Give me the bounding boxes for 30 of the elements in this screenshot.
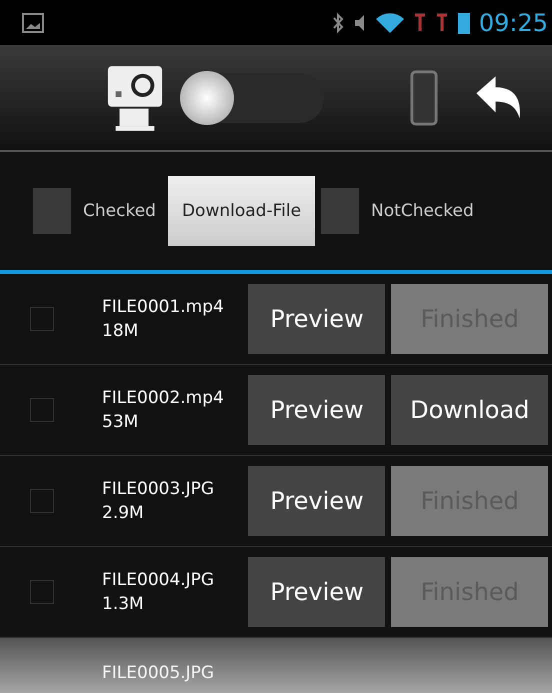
file-size: 1.3M <box>102 594 145 614</box>
download-file-button[interactable]: Download-File <box>168 176 316 246</box>
wifi-icon <box>374 10 405 34</box>
file-size: 2.9M <box>102 503 145 523</box>
preview-button[interactable]: Preview <box>248 557 386 627</box>
checkbox[interactable] <box>321 188 360 234</box>
not-checked-label: NotChecked <box>371 201 474 221</box>
preview-button[interactable]: Preview <box>248 284 386 354</box>
preview-button[interactable]: Preview <box>248 375 386 445</box>
file-size: 18M <box>102 321 140 341</box>
preview-button[interactable]: Preview <box>248 466 386 536</box>
action-camera-icon <box>106 64 164 132</box>
file-name: FILE0003.JPG <box>102 479 216 499</box>
file-name: FILE0002.mp4 <box>102 388 225 408</box>
checkbox[interactable] <box>33 188 71 234</box>
checkbox[interactable] <box>30 489 54 513</box>
checkbox[interactable] <box>30 398 54 422</box>
bluetooth-icon <box>330 10 345 34</box>
toggle-switch[interactable] <box>180 72 324 122</box>
checked-label: Checked <box>83 201 156 221</box>
file-name: FILE0001.mp4 <box>102 297 225 317</box>
checkbox[interactable] <box>30 307 54 331</box>
battery-icon <box>456 10 471 34</box>
status-button[interactable]: Download <box>391 375 548 445</box>
file-name: FILE0004.JPG <box>102 570 216 590</box>
checkbox[interactable] <box>30 580 54 604</box>
file-name: FILE0005.JPG <box>102 663 216 683</box>
clock-time: 09:25 <box>478 8 548 36</box>
picture-icon <box>20 10 46 34</box>
file-size: 53M <box>102 412 140 432</box>
